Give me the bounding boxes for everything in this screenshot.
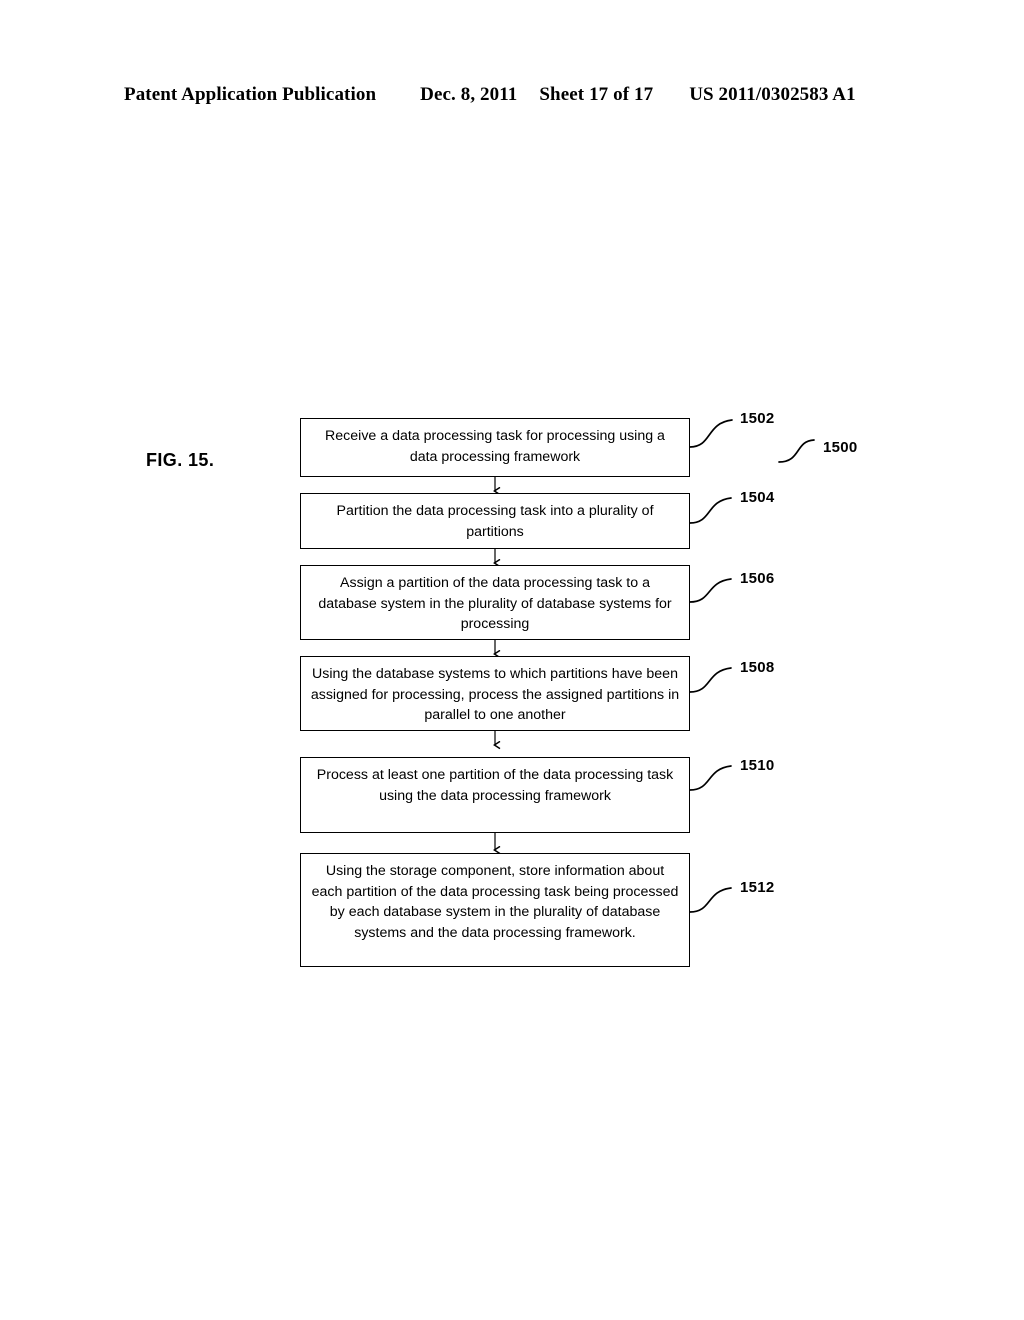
flow-step-box-1506[interactable]: Assign a partition of the data processin… [300, 565, 690, 640]
leader-line-1502 [689, 419, 733, 448]
leader-line-1508 [689, 667, 732, 693]
leader-line-1504 [689, 497, 732, 524]
reference-numeral-1510: 1510 [740, 757, 775, 774]
reference-numeral-1512: 1512 [740, 879, 775, 896]
reference-numeral-1506: 1506 [740, 570, 775, 587]
reference-numeral-1502: 1502 [740, 410, 775, 427]
flow-step-box-1512[interactable]: Using the storage component, store infor… [300, 853, 690, 967]
flow-step-box-1502[interactable]: Receive a data processing task for proce… [300, 418, 690, 477]
flowchart-diagram: Receive a data processing task for proce… [0, 0, 1024, 1320]
flow-step-text-1504: Partition the data processing task into … [336, 503, 654, 540]
flow-step-box-1508[interactable]: Using the database systems to which part… [300, 656, 690, 731]
flow-step-text-1508: Using the database systems to which part… [310, 666, 680, 723]
leader-line-1506 [689, 578, 732, 603]
reference-numeral-1504: 1504 [740, 489, 775, 506]
reference-numeral-1508: 1508 [740, 659, 775, 676]
flow-step-text-1506: Assign a partition of the data processin… [318, 575, 672, 632]
leader-line-1510 [689, 765, 732, 791]
flow-step-box-1510[interactable]: Process at least one partition of the da… [300, 757, 690, 833]
leader-line-1500 [778, 439, 815, 463]
flow-step-text-1512: Using the storage component, store infor… [311, 863, 679, 941]
leader-line-1512 [689, 887, 732, 913]
flow-step-text-1510: Process at least one partition of the da… [316, 767, 674, 804]
reference-numeral-1500: 1500 [823, 439, 858, 456]
flow-step-box-1504[interactable]: Partition the data processing task into … [300, 493, 690, 549]
flow-step-text-1502: Receive a data processing task for proce… [325, 428, 665, 465]
